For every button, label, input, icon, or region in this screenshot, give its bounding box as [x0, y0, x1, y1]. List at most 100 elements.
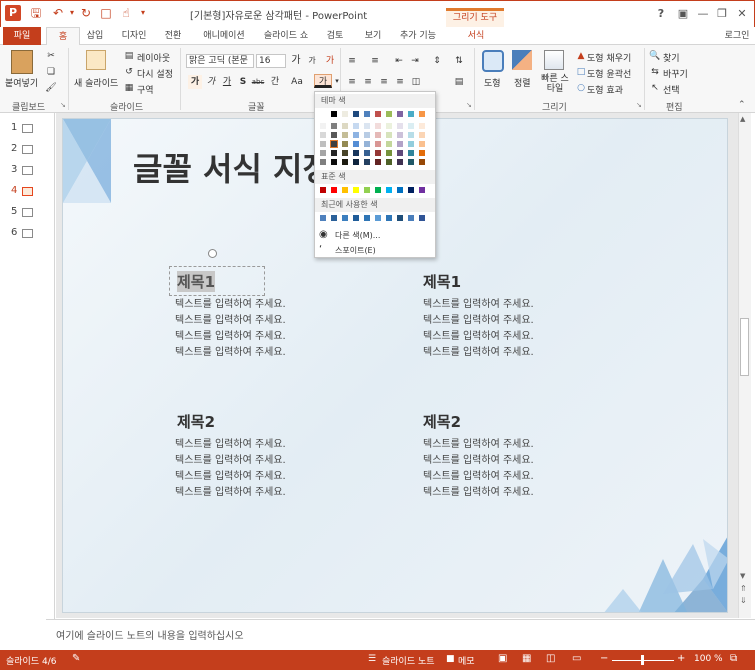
color-swatch[interactable] — [330, 140, 338, 148]
heading-block-3[interactable]: 제목2 — [177, 411, 215, 432]
color-swatch[interactable] — [352, 131, 360, 139]
close-button[interactable]: ✕ — [733, 6, 751, 22]
tab-slideshow[interactable]: 슬라이드 쇼 — [258, 27, 314, 45]
proofing-icon[interactable]: ✎ — [72, 653, 80, 664]
increase-indent-icon[interactable]: ⇥ — [408, 54, 422, 68]
color-swatch[interactable] — [374, 110, 382, 118]
slide-thumbnail-5[interactable] — [22, 208, 33, 217]
text-block-4[interactable]: 텍스트를 입력하여 주세요. 텍스트를 입력하여 주세요. 텍스트를 입력하여 … — [423, 437, 534, 501]
text-direction-icon[interactable]: ⇅ — [452, 54, 466, 68]
color-swatch[interactable] — [352, 186, 360, 194]
color-swatch[interactable] — [330, 186, 338, 194]
paragraph-launcher-icon[interactable]: ↘ — [466, 101, 472, 109]
color-swatch[interactable] — [374, 140, 382, 148]
normal-view-icon[interactable]: ▣ — [498, 653, 507, 664]
tab-review[interactable]: 검토 — [320, 27, 350, 45]
color-swatch[interactable] — [330, 122, 338, 130]
comments-button[interactable]: 메모 — [458, 654, 475, 667]
color-swatch[interactable] — [352, 158, 360, 166]
color-swatch[interactable] — [407, 214, 415, 222]
tab-animations[interactable]: 애니메이션 — [196, 27, 252, 45]
color-swatch[interactable] — [352, 149, 360, 157]
scroll-thumb[interactable] — [740, 318, 749, 376]
quick-styles-button[interactable]: 빠른 스타일 — [540, 74, 570, 94]
char-spacing-button[interactable]: 간 — [266, 75, 284, 89]
shrink-font-button[interactable]: 가 — [305, 54, 319, 68]
color-swatch[interactable] — [396, 110, 404, 118]
color-swatch[interactable] — [363, 186, 371, 194]
clipboard-launcher-icon[interactable]: ↘ — [60, 101, 66, 109]
color-swatch[interactable] — [363, 140, 371, 148]
shape-outline-button[interactable]: 도형 윤곽선 — [587, 67, 631, 80]
help-button[interactable]: ? — [652, 6, 670, 22]
color-swatch[interactable] — [319, 122, 327, 130]
color-swatch[interactable] — [418, 122, 426, 130]
color-swatch[interactable] — [396, 149, 404, 157]
decrease-indent-icon[interactable]: ⇤ — [392, 54, 406, 68]
drawing-launcher-icon[interactable]: ↘ — [636, 101, 642, 109]
align-center-icon[interactable]: ≡ — [361, 75, 375, 89]
text-block-1[interactable]: 텍스트를 입력하여 주세요. 텍스트를 입력하여 주세요. 텍스트를 입력하여 … — [175, 297, 286, 361]
align-left-icon[interactable]: ≡ — [345, 75, 359, 89]
color-swatch[interactable] — [374, 122, 382, 130]
comments-icon[interactable]: ■ — [446, 654, 455, 664]
color-swatch[interactable] — [363, 122, 371, 130]
shape-fill-icon[interactable]: ▲ — [574, 49, 588, 63]
numbering-icon[interactable]: ≡ — [368, 54, 382, 68]
notes-pane[interactable]: 여기에 슬라이드 노트의 내용을 입력하십시오 — [46, 619, 755, 650]
color-swatch[interactable] — [407, 131, 415, 139]
font-color-dropdown-icon[interactable]: ▾ — [330, 74, 344, 88]
columns-icon[interactable]: ◫ — [409, 75, 423, 89]
color-swatch[interactable] — [363, 149, 371, 157]
tab-view[interactable]: 보기 — [358, 27, 388, 45]
color-swatch[interactable] — [352, 122, 360, 130]
new-slide-icon[interactable] — [86, 50, 106, 70]
color-swatch[interactable] — [385, 149, 393, 157]
new-slide-button[interactable]: 새 슬라이드 — [74, 76, 118, 89]
color-swatch[interactable] — [418, 140, 426, 148]
heading-block-1[interactable]: 제목1 — [177, 271, 216, 292]
section-icon[interactable]: ▦ — [122, 81, 136, 95]
color-swatch[interactable] — [418, 149, 426, 157]
scroll-up-icon[interactable]: ▲ — [740, 115, 745, 123]
section-button[interactable]: 구역 — [137, 83, 154, 96]
color-swatch[interactable] — [374, 131, 382, 139]
font-size-combo[interactable]: 16 — [256, 54, 286, 68]
tab-addins[interactable]: 추가 기능 — [396, 27, 440, 45]
tab-home[interactable]: 홈 — [46, 27, 80, 46]
redo-icon[interactable]: ↻ — [78, 5, 94, 21]
color-swatch[interactable] — [341, 186, 349, 194]
color-swatch[interactable] — [374, 158, 382, 166]
color-swatch[interactable] — [319, 186, 327, 194]
color-swatch[interactable] — [341, 140, 349, 148]
color-swatch[interactable] — [330, 110, 338, 118]
color-swatch[interactable] — [341, 131, 349, 139]
format-painter-icon[interactable]: 🖌 — [44, 81, 58, 95]
fit-to-window-icon[interactable]: ⧉ — [730, 653, 737, 664]
color-swatch[interactable] — [352, 214, 360, 222]
color-swatch[interactable] — [374, 186, 382, 194]
align-right-icon[interactable]: ≡ — [377, 75, 391, 89]
text-block-2[interactable]: 텍스트를 입력하여 주세요. 텍스트를 입력하여 주세요. 텍스트를 입력하여 … — [423, 297, 534, 361]
text-block-3[interactable]: 텍스트를 입력하여 주세요. 텍스트를 입력하여 주세요. 텍스트를 입력하여 … — [175, 437, 286, 501]
color-swatch[interactable] — [374, 149, 382, 157]
customize-qat-icon[interactable]: ▾ — [135, 5, 151, 21]
color-swatch[interactable] — [407, 140, 415, 148]
color-swatch[interactable] — [396, 122, 404, 130]
zoom-out-icon[interactable]: − — [600, 653, 608, 664]
color-swatch[interactable] — [352, 140, 360, 148]
paste-icon[interactable] — [11, 50, 33, 74]
slide-sorter-icon[interactable]: ▦ — [522, 653, 531, 664]
paste-button[interactable]: 붙여넣기 — [5, 76, 38, 89]
color-swatch[interactable] — [374, 214, 382, 222]
color-swatch[interactable] — [330, 214, 338, 222]
color-swatch[interactable] — [385, 110, 393, 118]
shape-effects-button[interactable]: 도형 효과 — [587, 83, 623, 96]
reset-button[interactable]: 다시 설정 — [137, 67, 173, 80]
next-slide-icon[interactable]: ⇓ — [740, 596, 747, 605]
reset-icon[interactable]: ↺ — [122, 65, 136, 79]
clear-format-button[interactable]: 가 — [323, 54, 337, 68]
save-icon[interactable]: 🖫 — [28, 5, 44, 21]
underline-button[interactable]: 가 — [220, 75, 234, 89]
bold-button[interactable]: 가 — [188, 75, 202, 89]
